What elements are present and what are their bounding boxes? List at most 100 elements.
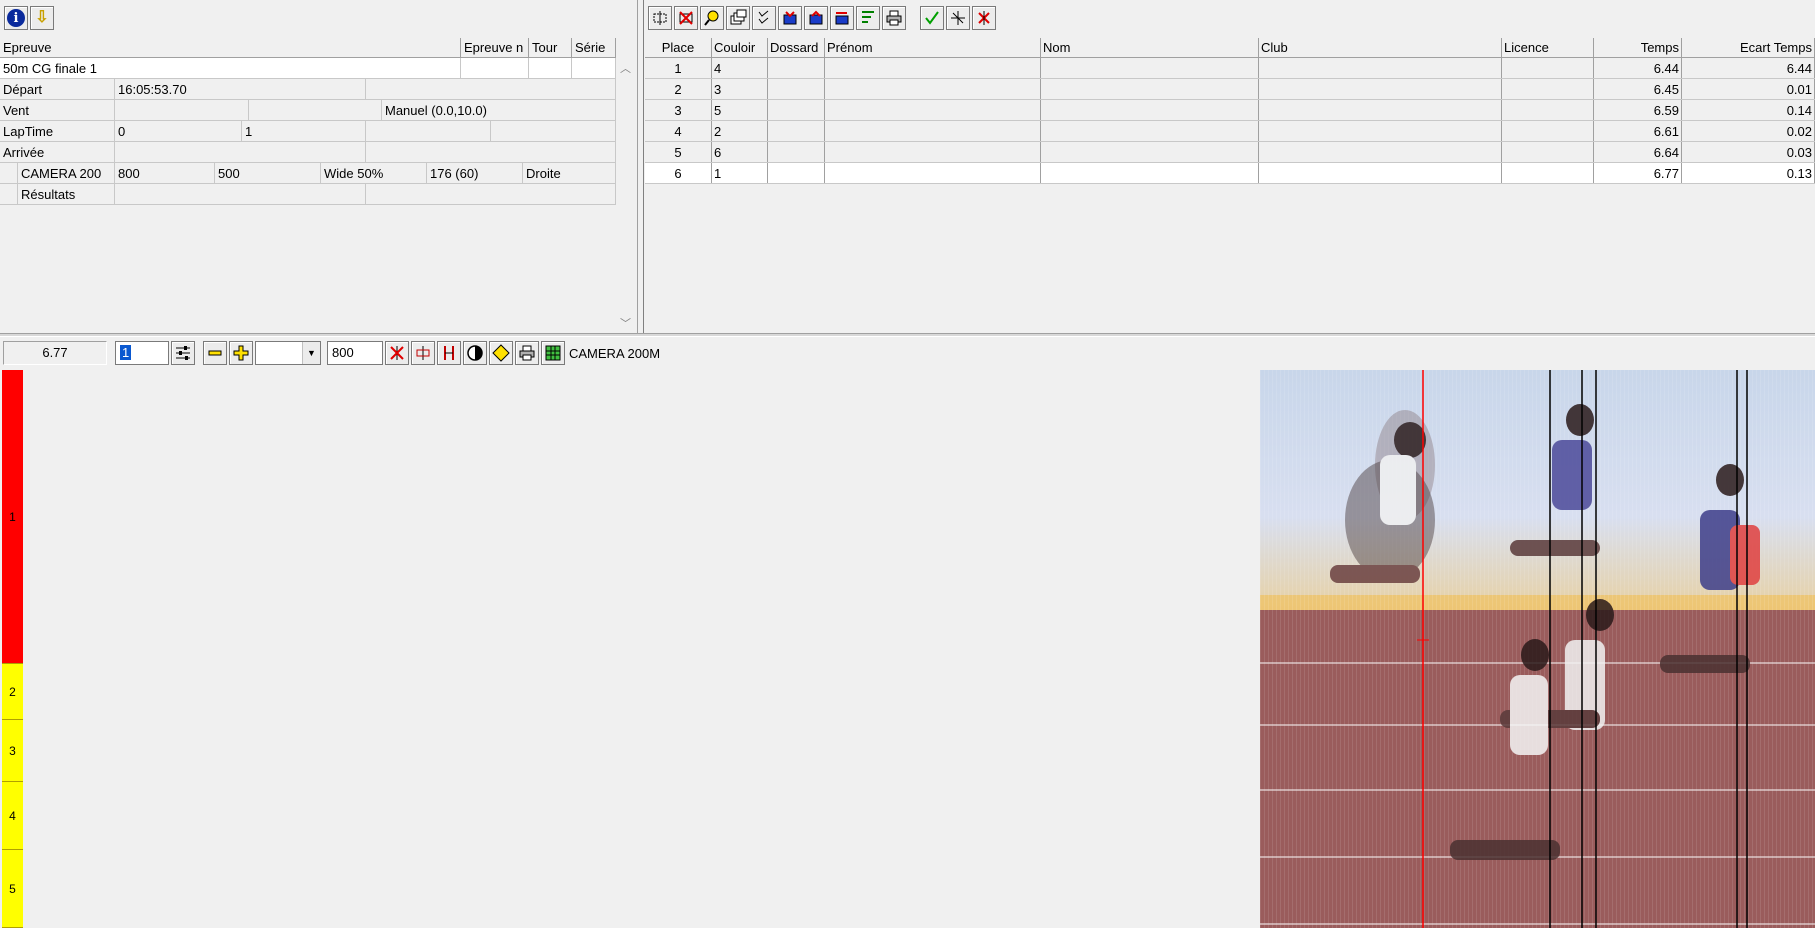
settings-button[interactable]	[171, 341, 195, 365]
pane-splitter[interactable]	[0, 333, 1815, 337]
vent-value[interactable]: Manuel (0.0,10.0)	[382, 100, 616, 120]
scroll-up-icon[interactable]: ︿	[620, 60, 631, 76]
photo-finish-canvas	[1260, 370, 1815, 928]
col-tour: Tour	[529, 38, 572, 57]
validate-list-button[interactable]	[752, 6, 776, 30]
camera-row[interactable]: CAMERA 200 800 500 Wide 50% 176 (60) Dro…	[0, 163, 616, 184]
table-row[interactable]: 3 5 6.59 0.14	[645, 100, 1815, 121]
vent-field-2[interactable]	[249, 100, 382, 120]
event-name-row[interactable]: 50m CG finale 1	[0, 58, 616, 79]
import-button[interactable]	[778, 6, 802, 30]
measure-icon	[444, 346, 454, 360]
cell-ecart: 0.01	[1682, 79, 1815, 99]
grid-icon	[545, 345, 561, 361]
col-place[interactable]: Place	[645, 38, 712, 57]
col-temps[interactable]: Temps	[1594, 38, 1682, 57]
col-ecart-temps[interactable]: Ecart Temps	[1682, 38, 1815, 57]
measure-button[interactable]	[437, 341, 461, 365]
zoom-input[interactable]: 1	[115, 341, 169, 365]
cell-prenom	[825, 58, 1041, 78]
lane-line-button[interactable]	[411, 341, 435, 365]
cell-prenom	[825, 142, 1041, 162]
laptime-row: LapTime 0 1	[0, 121, 616, 142]
col-prenom[interactable]: Prénom	[825, 38, 1041, 57]
lane-3[interactable]: 3	[2, 720, 23, 782]
event-number-field[interactable]	[461, 58, 529, 78]
clear-lines-button[interactable]	[385, 341, 409, 365]
mode-select[interactable]: ▼	[255, 341, 321, 365]
vent-field-1[interactable]	[115, 100, 249, 120]
info-button[interactable]: i	[4, 6, 28, 30]
accept-button[interactable]	[920, 6, 944, 30]
arrivee-row: Arrivée	[0, 142, 616, 163]
event-toolbar: i ⇩	[4, 6, 54, 30]
col-nom[interactable]: Nom	[1041, 38, 1259, 57]
lane-5[interactable]: 5	[2, 850, 23, 928]
contrast-button[interactable]	[463, 341, 487, 365]
resultats-extra	[366, 184, 616, 204]
laptime-value-2[interactable]: 1	[242, 121, 366, 141]
lane-line-icon	[416, 346, 430, 360]
chevron-down-icon[interactable]: ▼	[302, 342, 320, 364]
sort-button[interactable]	[856, 6, 880, 30]
col-club[interactable]: Club	[1259, 38, 1502, 57]
send-button[interactable]	[830, 6, 854, 30]
cell-dossard	[768, 121, 825, 141]
search-button[interactable]	[700, 6, 724, 30]
table-row[interactable]: 4 2 6.61 0.02	[645, 121, 1815, 142]
zoom-in-button[interactable]	[229, 341, 253, 365]
print-image-button[interactable]	[515, 341, 539, 365]
table-row[interactable]: 5 6 6.64 0.03	[645, 142, 1815, 163]
cell-couloir: 4	[712, 58, 768, 78]
arrivee-value[interactable]	[115, 142, 366, 162]
zoom-out-button[interactable]	[203, 341, 227, 365]
sliders-icon	[176, 346, 190, 360]
photo-finish-image[interactable]	[1260, 370, 1815, 928]
export-button[interactable]	[804, 6, 828, 30]
cell-couloir: 6	[712, 142, 768, 162]
col-couloir[interactable]: Couloir	[712, 38, 768, 57]
col-dossard[interactable]: Dossard	[768, 38, 825, 57]
depart-extra	[366, 79, 616, 99]
camera-value-2: 500	[215, 163, 321, 183]
cell-dossard	[768, 79, 825, 99]
delete-zone-button[interactable]	[674, 6, 698, 30]
tour-field[interactable]	[529, 58, 572, 78]
grid-button[interactable]	[541, 341, 565, 365]
lane-2[interactable]: 2	[2, 664, 23, 720]
lane-4[interactable]: 4	[2, 782, 23, 850]
resultats-row[interactable]: Résultats	[0, 184, 616, 205]
cell-club	[1259, 79, 1502, 99]
laptime-field-4[interactable]	[491, 121, 616, 141]
results-header: Place Couloir Dossard Prénom Nom Club Li…	[645, 38, 1815, 58]
laptime-field-3[interactable]	[366, 121, 491, 141]
laptime-label: LapTime	[0, 121, 115, 141]
brightness-button[interactable]	[489, 341, 513, 365]
event-scrollbar[interactable]: ︿ ﹀	[616, 58, 636, 333]
col-licence[interactable]: Licence	[1502, 38, 1594, 57]
event-name-field[interactable]: 50m CG finale 1	[0, 58, 461, 78]
laptime-value-1[interactable]: 0	[115, 121, 242, 141]
print-results-button[interactable]	[882, 6, 906, 30]
cell-club	[1259, 100, 1502, 120]
table-row[interactable]: 1 4 6.44 6.44	[645, 58, 1815, 79]
cell-licence	[1502, 142, 1594, 162]
width-input[interactable]: 800	[327, 341, 383, 365]
cancel-button[interactable]	[972, 6, 996, 30]
cell-ecart: 0.03	[1682, 142, 1815, 162]
table-row[interactable]: 6 1 6.77 0.13	[645, 163, 1815, 184]
cell-place: 4	[645, 121, 712, 141]
scroll-down-icon[interactable]: ﹀	[620, 315, 631, 331]
table-row[interactable]: 2 3 6.45 0.01	[645, 79, 1815, 100]
depart-value[interactable]: 16:05:53.70	[115, 79, 366, 99]
lane-1[interactable]: 1	[2, 370, 23, 664]
select-zone-button[interactable]	[648, 6, 672, 30]
cell-prenom	[825, 100, 1041, 120]
results-toolbar	[648, 6, 996, 30]
cell-dossard	[768, 163, 825, 183]
split-button[interactable]	[946, 6, 970, 30]
cascade-button[interactable]	[726, 6, 750, 30]
serie-field[interactable]	[572, 58, 616, 78]
depart-row: Départ 16:05:53.70	[0, 79, 616, 100]
download-button[interactable]: ⇩	[30, 6, 54, 30]
